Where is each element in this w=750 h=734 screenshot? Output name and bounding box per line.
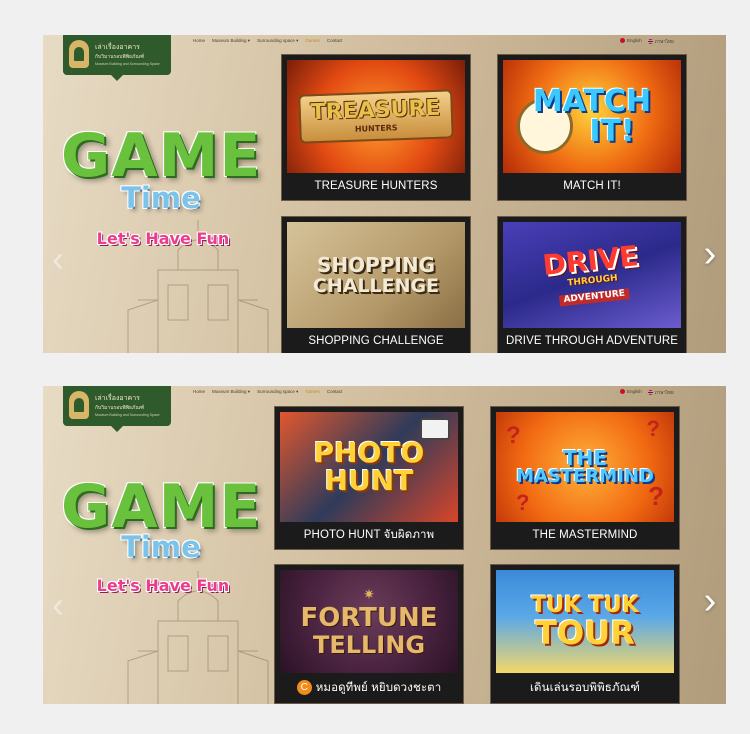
game-thumbnail: ? ? ? ? THE MASTERMIND (496, 412, 674, 522)
camera-icon (420, 418, 450, 440)
nav-contact[interactable]: Contact (327, 38, 343, 44)
game-card-caption: THE MASTERMIND (532, 529, 638, 541)
thumb-word-1: FORTUNE (300, 603, 438, 633)
game-thumbnail: ✷ FORTUNE TELLING (280, 570, 458, 673)
thumb-word-1: PHOTO (313, 436, 425, 469)
thumb-word-1: TREASURE (310, 95, 442, 126)
game-card-caption: TREASURE HUNTERS (314, 180, 438, 192)
logo-pointer (111, 75, 123, 81)
game-card-treasure-hunters[interactable]: TREASURE HUNTERS TREASURE HUNTERS (281, 54, 471, 201)
prev-arrow-icon[interactable]: ‹ (47, 586, 69, 624)
thumb-word-2: HUNT (324, 464, 414, 497)
game-card-shopping-challenge[interactable]: SHOPPING CHALLENGE SHOPPING CHALLENGE (281, 216, 471, 353)
lang-thai[interactable]: ภาษาไทย (647, 389, 674, 396)
game-card-the-mastermind[interactable]: ? ? ? ? THE MASTERMIND THE MASTERMIND (490, 406, 680, 550)
thumb-word-1: SHOPPING (316, 252, 436, 277)
game-thumbnail: TREASURE HUNTERS (287, 60, 465, 173)
game-card-caption-row: C หมอดูทีพย์ หยิบดวงชะตา (275, 673, 463, 703)
star-icon: ✷ (363, 586, 375, 602)
thumb-word-2: TELLING (312, 631, 426, 659)
logo-title: เล่าเรื่องอาคาร (95, 395, 140, 402)
thumb-word-2: HUNTERS (354, 123, 398, 134)
site-logo[interactable]: เล่าเรื่องอาคาร กับวิมานรอบพิพิธภัณฑ์ Mu… (63, 386, 171, 426)
game-card-caption: PHOTO HUNT จับผิดภาพ (303, 529, 435, 541)
game-card-match-it[interactable]: MATCH IT! MATCH IT! (497, 54, 687, 201)
nav-home[interactable]: Home (193, 38, 205, 44)
lang-english[interactable]: English (620, 389, 642, 396)
game-card-caption: DRIVE THROUGH ADVENTURE (505, 335, 679, 347)
hero-subtitle: Let's Have Fun (96, 229, 230, 248)
fortune-badge-icon: C (296, 680, 312, 696)
hero-subtitle: Let's Have Fun (96, 576, 230, 595)
thumb-word-2: MASTERMIND (516, 466, 654, 487)
thai-flag-icon (647, 390, 653, 396)
thumb-word-2: CHALLENGE (312, 274, 440, 297)
logo-tagline: Museum Building and Surrounding Space (95, 62, 160, 66)
game-card-caption: MATCH IT! (563, 180, 621, 192)
game-thumbnail: SHOPPING CHALLENGE (287, 222, 465, 328)
game-thumbnail: MATCH IT! (503, 60, 681, 173)
nav-games[interactable]: Games (305, 38, 320, 44)
game-card-photo-hunt[interactable]: PHOTO HUNT PHOTO HUNT จับผิดภาพ (274, 406, 464, 550)
game-slide-1: เล่าเรื่องอาคาร กับวิมานรอบพิพิธภัณฑ์ Mu… (43, 35, 726, 353)
game-card-drive-through-adventure[interactable]: DRIVE THROUGH ADVENTURE DRIVE THROUGH AD… (497, 216, 687, 353)
nav-museum-building[interactable]: Museum Building (212, 38, 250, 44)
next-arrow-icon[interactable]: › (699, 235, 721, 273)
uk-flag-icon (620, 38, 625, 44)
game-card-tuk-tuk-tour[interactable]: TUK TUK TOUR เดินเล่นรอบพิพิธภัณฑ์ (490, 564, 680, 704)
main-nav: Home Museum Building Surrounding space G… (193, 389, 342, 395)
thumb-word-1: MATCH (532, 83, 652, 119)
game-thumbnail: TUK TUK TOUR (496, 570, 674, 673)
game-slide-2: เล่าเรื่องอาคาร กับวิมานรอบพิพิธภัณฑ์ Mu… (43, 386, 726, 704)
game-card-caption: เดินเล่นรอบพิพิธภัณฑ์ (530, 682, 640, 694)
game-card-caption: SHOPPING CHALLENGE (308, 335, 444, 347)
uk-flag-icon (620, 389, 625, 395)
prev-arrow-icon[interactable]: ‹ (47, 240, 69, 278)
thai-flag-icon (647, 39, 653, 45)
thumb-word-2: IT! (589, 113, 635, 149)
thumb-word-3: ADVENTURE (559, 287, 630, 306)
museum-seal-icon (69, 40, 89, 68)
game-card-caption: หมอดูทีพย์ หยิบดวงชะตา (315, 682, 442, 694)
site-logo[interactable]: เล่าเรื่องอาคาร กับวิมานรอบพิพิธภัณฑ์ Mu… (63, 35, 171, 75)
lang-english[interactable]: English (620, 38, 642, 45)
thumb-word-1: THE (562, 446, 608, 470)
nav-games[interactable]: Games (305, 389, 320, 395)
thumb-word-2: TOUR (535, 613, 635, 652)
language-switcher: English ภาษาไทย (620, 38, 674, 45)
next-arrow-icon[interactable]: › (699, 582, 721, 620)
hero-title-time: Time (121, 530, 201, 564)
nav-home[interactable]: Home (193, 389, 205, 395)
hero-title-time: Time (121, 181, 201, 215)
language-switcher: English ภาษาไทย (620, 389, 674, 396)
logo-subtitle: กับวิมานรอบพิพิธภัณฑ์ (95, 405, 145, 411)
main-nav: Home Museum Building Surrounding space G… (193, 38, 342, 44)
logo-pointer (111, 426, 123, 432)
nav-surrounding-space[interactable]: Surrounding space (257, 389, 298, 395)
logo-tagline: Museum Building and Surrounding Space (95, 413, 160, 417)
logo-title: เล่าเรื่องอาคาร (95, 44, 140, 51)
game-card-fortune-telling[interactable]: ✷ FORTUNE TELLING C หมอดูทีพย์ หยิบดวงชะต… (274, 564, 464, 704)
nav-contact[interactable]: Contact (327, 389, 343, 395)
nav-museum-building[interactable]: Museum Building (212, 389, 250, 395)
game-thumbnail: PHOTO HUNT (280, 412, 458, 522)
museum-seal-icon (69, 391, 89, 419)
logo-subtitle: กับวิมานรอบพิพิธภัณฑ์ (95, 54, 145, 60)
nav-surrounding-space[interactable]: Surrounding space (257, 38, 298, 44)
game-thumbnail: DRIVE THROUGH ADVENTURE (503, 222, 681, 328)
lang-thai[interactable]: ภาษาไทย (647, 38, 674, 45)
